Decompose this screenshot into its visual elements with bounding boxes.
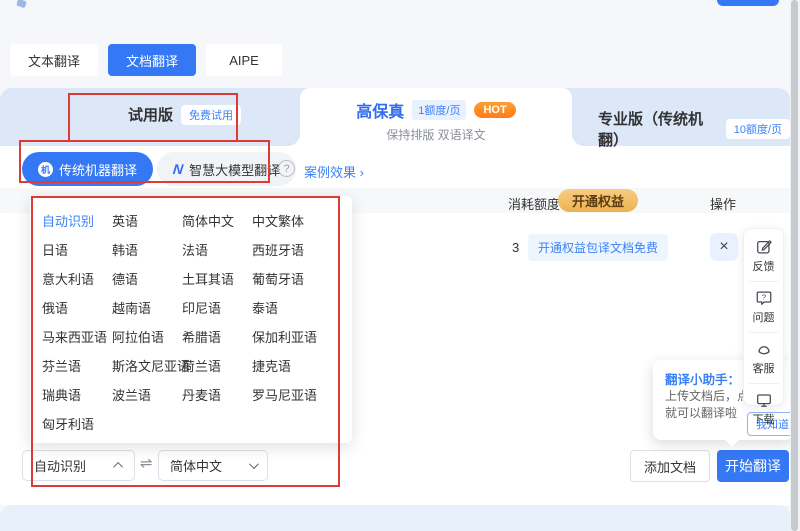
tab-flare-left — [288, 134, 300, 146]
language-dropdown-panel: 自动识别英语简体中文中文繁体日语韩语法语西班牙语意大利语德语土耳其语葡萄牙语俄语… — [30, 196, 352, 443]
engine-toggle: 机 传统机器翻译 N 智慧大模型翻译 — [22, 152, 296, 186]
plan-pro[interactable]: 专业版（传统机翻） 10额度/页 — [598, 108, 790, 150]
plan-pro-badge: 10额度/页 — [726, 119, 790, 139]
language-option[interactable]: 芬兰语 — [42, 356, 112, 372]
language-option[interactable]: 荷兰语 — [182, 356, 252, 372]
language-option[interactable]: 罗马尼亚语 — [252, 385, 334, 401]
language-option[interactable]: 阿拉伯语 — [112, 327, 182, 343]
question-label: 问题 — [753, 309, 775, 325]
next-section-strip — [0, 505, 790, 531]
engine-machine-label: 传统机器翻译 — [59, 160, 137, 179]
language-option[interactable]: 越南语 — [112, 298, 182, 314]
help-icon[interactable]: ? — [278, 160, 295, 177]
tab-flare-right — [572, 134, 584, 146]
edit-icon — [755, 238, 773, 256]
plan-trial-badge: 免费试用 — [181, 105, 241, 125]
customer-service-button[interactable]: 客服 — [749, 332, 779, 376]
plan-trial[interactable]: 试用版 免费试用 — [128, 104, 241, 125]
language-option[interactable]: 泰语 — [252, 298, 334, 314]
language-option[interactable]: 意大利语 — [42, 269, 112, 285]
scrollbar-thumb[interactable] — [791, 0, 798, 531]
language-option[interactable]: 西班牙语 — [252, 240, 334, 256]
plan-trial-title: 试用版 — [128, 104, 173, 125]
question-bubble-icon: ? — [755, 289, 773, 307]
swap-languages-icon[interactable]: ⇌ — [140, 454, 153, 472]
tab-text-translate[interactable]: 文本翻译 — [10, 44, 98, 76]
source-language-value: 自动识别 — [34, 456, 86, 475]
language-option[interactable]: 中文繁体 — [252, 211, 334, 227]
language-option[interactable]: 德语 — [112, 269, 182, 285]
row-quota-value: 3 — [512, 240, 519, 255]
cursor-fragment — [16, 0, 27, 8]
plan-hifi-title: 高保真 — [356, 98, 404, 122]
start-translate-button[interactable]: 开始翻译 — [717, 450, 789, 482]
plan-pro-title: 专业版（传统机翻） — [598, 108, 718, 150]
download-button[interactable]: 下载 — [749, 383, 779, 427]
col-quota: 消耗额度 — [508, 194, 560, 213]
floating-toolbar: 反馈 ? 问题 客服 下载 — [743, 228, 784, 406]
tab-aipe[interactable]: AIPE — [206, 44, 282, 76]
document-translate-page: 文本翻译 文档翻译 AIPE 试用版 免费试用 高保真 1额度/页 HOT 保持… — [0, 0, 800, 531]
rights-free-link[interactable]: 开通权益包译文档免费 — [528, 234, 668, 261]
machine-engine-icon: 机 — [38, 162, 53, 177]
language-option[interactable]: 俄语 — [42, 298, 112, 314]
customer-service-label: 客服 — [753, 360, 775, 376]
scrollbar-track[interactable] — [790, 0, 800, 531]
monitor-icon — [755, 391, 773, 409]
plan-hifi[interactable]: 高保真 1额度/页 HOT 保持排版 双语译文 — [300, 88, 572, 146]
language-option[interactable]: 简体中文 — [182, 211, 252, 227]
language-option[interactable]: 保加利亚语 — [252, 327, 334, 343]
language-option[interactable]: 波兰语 — [112, 385, 182, 401]
col-action: 操作 — [710, 194, 736, 213]
llm-engine-icon: N — [172, 161, 184, 177]
engine-machine-button[interactable]: 机 传统机器翻译 — [22, 152, 153, 186]
language-grid: 自动识别英语简体中文中文繁体日语韩语法语西班牙语意大利语德语土耳其语葡萄牙语俄语… — [42, 211, 352, 430]
language-option[interactable]: 匈牙利语 — [42, 414, 112, 430]
language-option[interactable]: 丹麦语 — [182, 385, 252, 401]
language-option[interactable]: 自动识别 — [42, 211, 112, 227]
language-option[interactable]: 葡萄牙语 — [252, 269, 334, 285]
language-option[interactable]: 土耳其语 — [182, 269, 252, 285]
target-language-select[interactable]: 简体中文 — [158, 450, 268, 481]
target-language-value: 简体中文 — [170, 456, 222, 475]
hot-badge: HOT — [474, 102, 515, 118]
question-button[interactable]: ? 问题 — [749, 281, 779, 325]
case-examples-link[interactable]: 案例效果 › — [304, 162, 364, 181]
plan-hifi-badge: 1额度/页 — [412, 100, 466, 120]
source-language-select[interactable]: 自动识别 — [22, 450, 135, 481]
engine-llm-label: 智慧大模型翻译 — [189, 160, 280, 179]
language-option[interactable]: 斯洛文尼亚语 — [112, 356, 182, 372]
language-option[interactable]: 印尼语 — [182, 298, 252, 314]
language-option[interactable]: 捷克语 — [252, 356, 334, 372]
chevron-down-icon — [249, 459, 259, 469]
language-option[interactable]: 英语 — [112, 211, 182, 227]
plan-selector-strip: 试用版 免费试用 高保真 1额度/页 HOT 保持排版 双语译文 专业版（传统机… — [0, 88, 790, 146]
activate-rights-button[interactable]: 开通权益 — [558, 189, 638, 212]
language-option[interactable]: 韩语 — [112, 240, 182, 256]
engine-llm-button[interactable]: N 智慧大模型翻译 — [157, 152, 296, 186]
svg-text:?: ? — [761, 292, 765, 301]
feedback-label: 反馈 — [753, 258, 775, 274]
close-icon[interactable]: × — [710, 233, 738, 261]
tab-doc-translate[interactable]: 文档翻译 — [108, 44, 196, 76]
language-option[interactable]: 希腊语 — [182, 327, 252, 343]
language-option[interactable]: 瑞典语 — [42, 385, 112, 401]
chevron-up-icon — [113, 462, 123, 472]
language-option[interactable]: 马来西亚语 — [42, 327, 112, 343]
tooltip-pointer — [725, 440, 739, 447]
top-tab-bar: 文本翻译 文档翻译 AIPE — [10, 44, 282, 76]
plan-hifi-subtitle: 保持排版 双语译文 — [300, 126, 572, 143]
headset-icon — [755, 340, 773, 358]
feedback-button[interactable]: 反馈 — [753, 238, 775, 274]
top-right-button-fragment[interactable] — [717, 0, 779, 6]
language-option[interactable]: 日语 — [42, 240, 112, 256]
download-label: 下载 — [753, 411, 775, 427]
add-document-button[interactable]: 添加文档 — [630, 450, 710, 482]
language-option[interactable]: 法语 — [182, 240, 252, 256]
